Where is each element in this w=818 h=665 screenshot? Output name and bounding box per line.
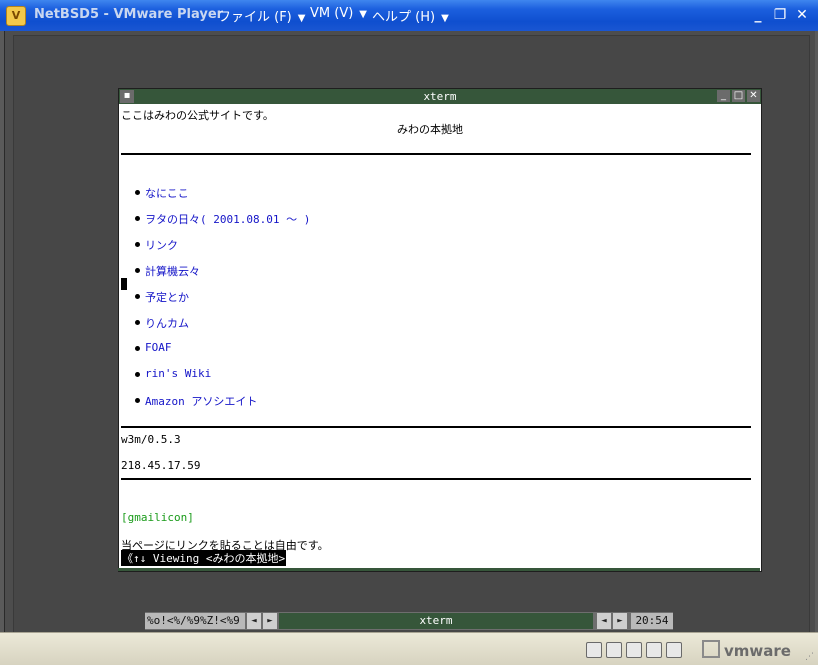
vmware-logo: vmware xyxy=(702,640,791,660)
menu-file-label: ファイル (F) xyxy=(218,10,292,25)
taskbar-clock: 20:54 xyxy=(631,613,673,629)
taskbar-right-arrow-button[interactable]: ► xyxy=(263,613,277,629)
bullet xyxy=(135,320,140,325)
close-button[interactable]: ✕ xyxy=(792,5,812,25)
guest-taskbar: %o!<%/%9%Z!<%9 1 ◄ ► xterm ◄ ► 20:54 xyxy=(145,612,673,643)
vm-statusbar: vmware ⋰ xyxy=(0,632,818,665)
cd-rom-icon[interactable] xyxy=(606,641,622,658)
divider xyxy=(121,478,751,480)
xterm-window[interactable]: xterm ▪ _ □ ✕ ここはみわの公式サイトです。 みわの本拠地 なにここ… xyxy=(118,88,762,572)
hard-disk-icon[interactable] xyxy=(586,641,602,658)
xterm-minimize-button[interactable]: _ xyxy=(717,90,730,102)
page-title: みわの本拠地 xyxy=(397,123,463,136)
link-links[interactable]: リンク xyxy=(145,237,178,253)
menu-vm[interactable]: VM (V) ▼ xyxy=(310,6,367,21)
version-line: w3m/0.5.3 xyxy=(121,433,181,446)
taskbar-left-arrow-button[interactable]: ◄ xyxy=(247,613,261,629)
vmware-app-icon: V xyxy=(6,6,26,26)
window-menu-button[interactable]: ▪ xyxy=(120,90,134,103)
link-amazon-associate[interactable]: Amazon アソシエイト xyxy=(145,393,257,409)
vm-titlebar: V NetBSD5 - VMware Player ファイル (F) ▼ VM (… xyxy=(0,0,818,31)
bullet xyxy=(135,346,140,351)
menu-file[interactable]: ファイル (F) ▼ xyxy=(218,6,305,25)
link-foaf[interactable]: FOAF xyxy=(145,341,172,354)
network-icon[interactable] xyxy=(646,641,662,658)
terminal-content[interactable]: ここはみわの公式サイトです。 みわの本拠地 なにここ ヲタの日々( 2001.0… xyxy=(121,106,757,566)
xterm-titlebar[interactable]: xterm ▪ _ □ ✕ xyxy=(119,89,761,104)
chevron-down-icon: ▼ xyxy=(441,13,449,24)
link-nanikoko[interactable]: なにここ xyxy=(145,185,189,201)
vmware-logo-icon xyxy=(702,640,720,658)
floppy-icon[interactable] xyxy=(626,641,642,658)
taskbar-prev-task-button[interactable]: ◄ xyxy=(597,613,611,629)
restore-button[interactable]: ❐ xyxy=(770,5,790,25)
xterm-close-button[interactable]: ✕ xyxy=(747,90,760,102)
divider xyxy=(121,153,751,155)
bullet xyxy=(135,190,140,195)
menu-help[interactable]: ヘルプ (H) ▼ xyxy=(372,6,449,25)
link-schedule[interactable]: 予定とか xyxy=(145,289,189,305)
link-otaku-days[interactable]: ヲタの日々( 2001.08.01 ～ ) xyxy=(145,211,310,227)
taskbar-input[interactable]: %o!<%/%9%Z!<%9 1 xyxy=(145,613,245,643)
gmail-icon-link[interactable]: [gmailicon] xyxy=(121,511,194,524)
usb-icon[interactable] xyxy=(666,641,682,658)
bullet xyxy=(135,372,140,377)
bullet xyxy=(135,242,140,247)
taskbar-next-task-button[interactable]: ► xyxy=(613,613,627,629)
window-title: NetBSD5 - VMware Player xyxy=(34,7,224,22)
w3m-status-line: 《↑↓ Viewing <みわの本拠地> xyxy=(121,550,287,566)
chevron-down-icon: ▼ xyxy=(359,9,367,20)
vmware-logo-text: vmware xyxy=(724,642,791,660)
taskbar-task-xterm[interactable]: xterm xyxy=(279,613,593,629)
text-cursor xyxy=(121,278,127,290)
xterm-title-label: xterm xyxy=(423,90,457,103)
window-controls: _ ❐ ✕ xyxy=(746,5,812,25)
device-icons xyxy=(586,639,686,658)
link-rincam[interactable]: りんカム xyxy=(145,315,189,331)
link-computers[interactable]: 計算機云々 xyxy=(145,263,200,279)
bullet xyxy=(135,294,140,299)
menu-vm-label: VM (V) xyxy=(310,6,354,21)
bullet xyxy=(135,216,140,221)
xterm-maximize-button[interactable]: □ xyxy=(732,90,745,102)
minimize-button[interactable]: _ xyxy=(748,5,768,25)
ip-line: 218.45.17.59 xyxy=(121,459,201,472)
divider xyxy=(121,426,751,428)
resize-grip-icon[interactable]: ⋰ xyxy=(805,652,814,662)
xterm-bottom-border xyxy=(118,568,760,571)
menu-help-label: ヘルプ (H) xyxy=(372,10,436,25)
bullet xyxy=(135,268,140,273)
link-rins-wiki[interactable]: rin's Wiki xyxy=(145,367,211,380)
chevron-down-icon: ▼ xyxy=(297,13,306,24)
bullet xyxy=(135,398,140,403)
header-line: ここはみわの公式サイトです。 xyxy=(121,109,274,122)
